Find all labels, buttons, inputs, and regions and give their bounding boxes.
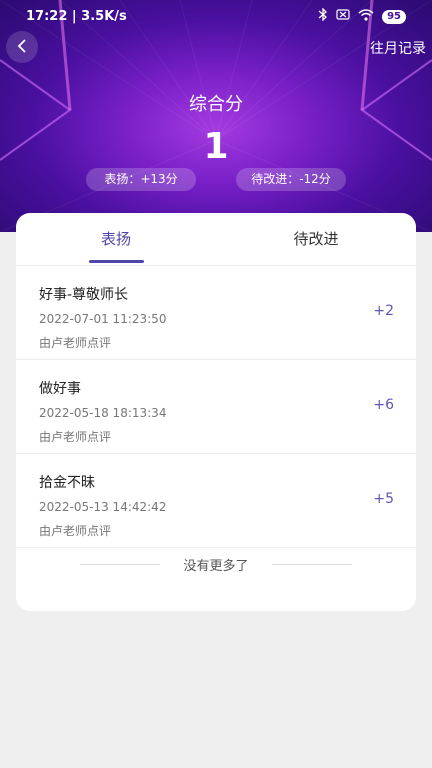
bluetooth-icon [318,7,328,25]
item-reviewer: 由卢老师点评 [39,336,112,350]
no-more-text: 没有更多了 [183,559,249,574]
item-time: 2022-05-18 18:13:34 [39,406,167,420]
score-title: 综合分 [189,94,243,115]
item-reviewer: 由卢老师点评 [39,524,112,538]
item-title: 拾金不昧 [39,475,95,491]
battery-icon: 95 [382,9,406,24]
tab-praise[interactable]: 表扬 [16,213,216,265]
tab-bar: 表扬 待改进 [16,213,416,266]
header-banner: 17:22 | 3.5K/s 95 往月记录 综合分 1 表扬：+13分 待改进… [0,0,432,232]
status-bar: 17:22 | 3.5K/s 95 [0,0,432,32]
score-value: 1 [203,126,229,167]
list-end-indicator: 没有更多了 [16,548,416,580]
praise-summary-pill: 表扬：+13分 [86,168,196,191]
item-title: 做好事 [39,381,81,397]
back-button[interactable] [6,31,38,63]
item-reviewer: 由卢老师点评 [39,430,112,444]
list-item[interactable]: 做好事 2022-05-18 18:13:34 由卢老师点评 +6 [16,360,416,454]
item-points: +5 [373,491,394,507]
item-time: 2022-07-01 11:23:50 [39,312,167,326]
sim-icon [336,9,350,24]
list-item[interactable]: 拾金不昧 2022-05-13 14:42:42 由卢老师点评 +5 [16,454,416,548]
banner-decoration [0,0,432,232]
tab-improve[interactable]: 待改进 [216,213,416,265]
item-title: 好事-尊敬师长 [39,287,129,303]
history-records-link[interactable]: 往月记录 [370,38,426,58]
wifi-icon [358,8,374,25]
item-time: 2022-05-13 14:42:42 [39,500,167,514]
back-arrow-icon [16,38,28,57]
improve-summary-pill: 待改进：-12分 [236,168,346,191]
active-tab-indicator [89,260,144,263]
status-time: 17:22 | 3.5K/s [26,9,127,24]
records-card: 表扬 待改进 好事-尊敬师长 2022-07-01 11:23:50 由卢老师点… [16,213,416,611]
divider [272,564,352,565]
list-item[interactable]: 好事-尊敬师长 2022-07-01 11:23:50 由卢老师点评 +2 [16,266,416,360]
item-points: +2 [373,303,394,319]
item-points: +6 [373,397,394,413]
